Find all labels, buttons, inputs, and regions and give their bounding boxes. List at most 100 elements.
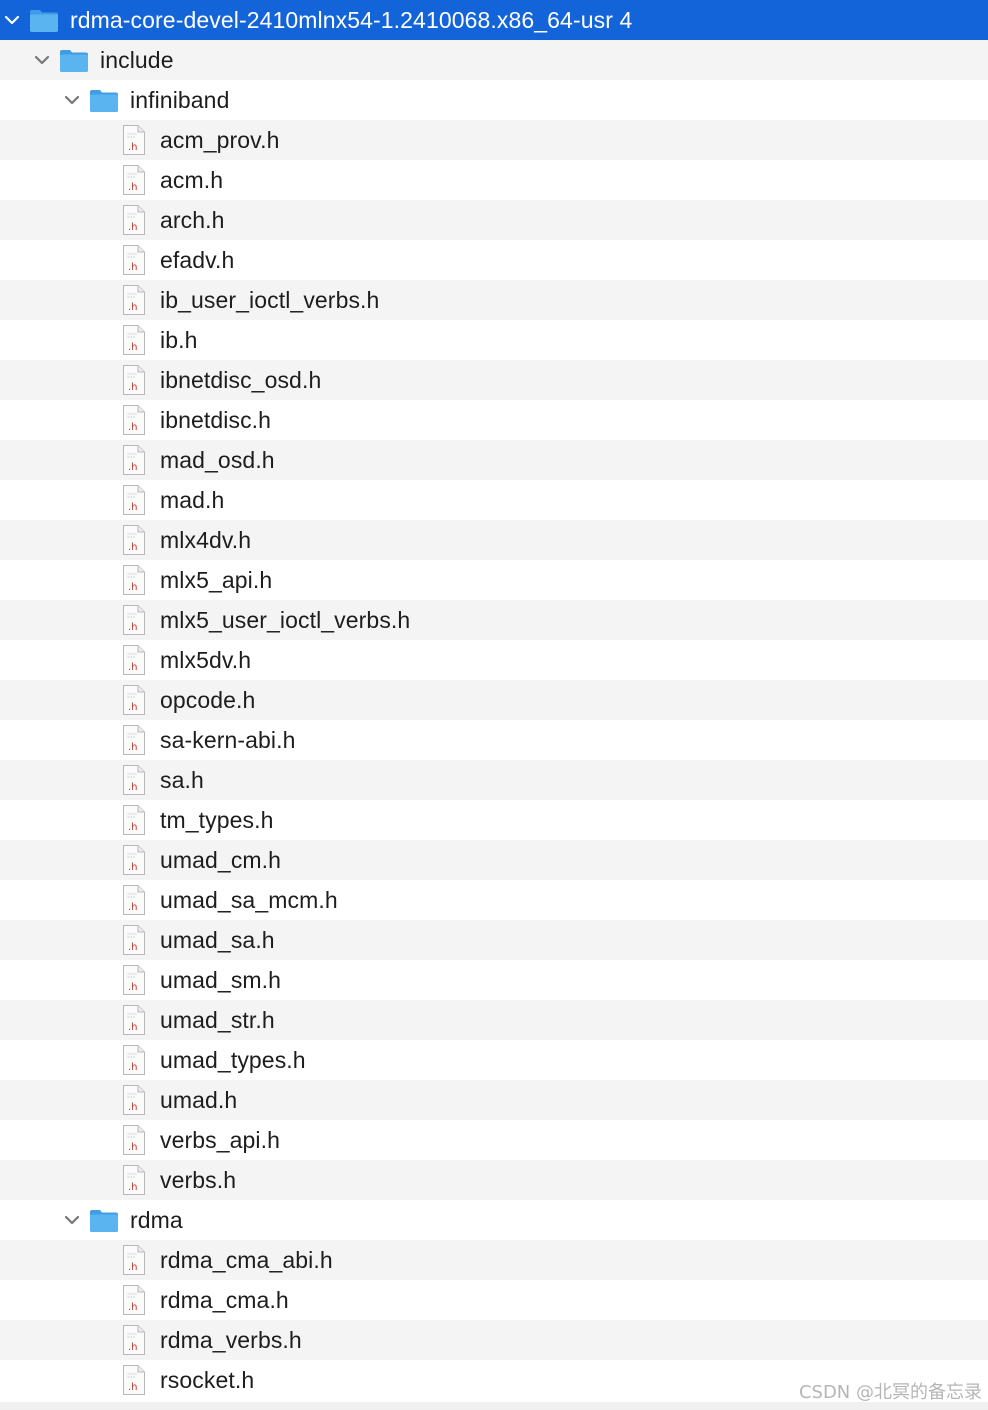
chevron-down-icon[interactable]: [60, 80, 84, 120]
tree-row-file[interactable]: .h umad_types.h: [0, 1040, 988, 1080]
svg-text:.h: .h: [128, 182, 138, 193]
tree-row-file[interactable]: .h ibnetdisc_osd.h: [0, 360, 988, 400]
tree-row-file[interactable]: .h verbs_api.h: [0, 1120, 988, 1160]
chevron-down-icon[interactable]: [30, 40, 54, 80]
svg-text:.h: .h: [128, 142, 138, 153]
folder-name: infiniband: [130, 87, 230, 113]
tree-row-file[interactable]: .h mlx5_api.h: [0, 560, 988, 600]
header-file-icon: .h: [122, 1360, 146, 1400]
folder-icon: [89, 80, 119, 120]
tree-row-root[interactable]: rdma-core-devel-2410mlnx54-1.2410068.x86…: [0, 0, 988, 40]
file-name: mlx5_api.h: [160, 567, 273, 593]
tree-row-file[interactable]: .h mlx5dv.h: [0, 640, 988, 680]
tree-row-file[interactable]: .h acm_prov.h: [0, 120, 988, 160]
svg-text:.h: .h: [128, 1302, 138, 1313]
svg-text:.h: .h: [128, 382, 138, 393]
tree-row-file[interactable]: .h ibnetdisc.h: [0, 400, 988, 440]
file-name: efadv.h: [160, 247, 235, 273]
header-file-icon: .h: [122, 880, 146, 920]
tree-row-file[interactable]: .h efadv.h: [0, 240, 988, 280]
tree-row-file[interactable]: .h mad_osd.h: [0, 440, 988, 480]
tree-row-file[interactable]: .h umad_cm.h: [0, 840, 988, 880]
header-file-icon: .h: [122, 640, 146, 680]
svg-text:.h: .h: [128, 342, 138, 353]
tree-row-file[interactable]: .h ib_user_ioctl_verbs.h: [0, 280, 988, 320]
folder-name: include: [100, 47, 174, 73]
svg-text:.h: .h: [128, 1342, 138, 1353]
header-file-icon: .h: [122, 1320, 146, 1360]
folder-icon: [89, 1200, 119, 1240]
folder-icon: [59, 40, 89, 80]
tree-row-file[interactable]: .h mlx4dv.h: [0, 520, 988, 560]
header-file-icon: .h: [122, 600, 146, 640]
tree-row-file[interactable]: .h umad.h: [0, 1080, 988, 1120]
header-file-icon: .h: [122, 680, 146, 720]
tree-row-folder-include[interactable]: include: [0, 40, 988, 80]
file-name: mad_osd.h: [160, 447, 275, 473]
folder-name: rdma: [130, 1207, 183, 1233]
header-file-icon: .h: [122, 200, 146, 240]
tree-row-file[interactable]: .h umad_str.h: [0, 1000, 988, 1040]
tree-row-file[interactable]: .h umad_sm.h: [0, 960, 988, 1000]
header-file-icon: .h: [122, 1040, 146, 1080]
chevron-down-icon[interactable]: [60, 1200, 84, 1240]
file-name: acm.h: [160, 167, 224, 193]
svg-text:.h: .h: [128, 1022, 138, 1033]
file-name: mlx4dv.h: [160, 527, 252, 553]
file-name: umad_sm.h: [160, 967, 282, 993]
file-name: verbs_api.h: [160, 1127, 281, 1153]
file-name: umad.h: [160, 1087, 238, 1113]
svg-text:.h: .h: [128, 1142, 138, 1153]
header-file-icon: .h: [122, 960, 146, 1000]
tree-row-folder-rdma[interactable]: rdma: [0, 1200, 988, 1240]
svg-text:.h: .h: [128, 222, 138, 233]
folder-icon: [29, 0, 59, 40]
header-file-icon: .h: [122, 440, 146, 480]
tree-row-file[interactable]: .h mlx5_user_ioctl_verbs.h: [0, 600, 988, 640]
file-name: sa.h: [160, 767, 204, 793]
file-name: ibnetdisc_osd.h: [160, 367, 322, 393]
file-name: ib.h: [160, 327, 198, 353]
tree-row-file[interactable]: .h opcode.h: [0, 680, 988, 720]
tree-row-file[interactable]: .h umad_sa_mcm.h: [0, 880, 988, 920]
tree-row-file[interactable]: .h acm.h: [0, 160, 988, 200]
header-file-icon: .h: [122, 1120, 146, 1160]
tree-row-file[interactable]: .h rdma_verbs.h: [0, 1320, 988, 1360]
svg-text:.h: .h: [128, 982, 138, 993]
tree-row-file[interactable]: .h sa.h: [0, 760, 988, 800]
header-file-icon: .h: [122, 400, 146, 440]
watermark: CSDN @北冥的备忘录: [798, 1382, 982, 1403]
svg-text:.h: .h: [128, 262, 138, 273]
tree-row-file[interactable]: .h tm_types.h: [0, 800, 988, 840]
file-name: rdma_verbs.h: [160, 1327, 302, 1353]
tree-row-file[interactable]: .h sa-kern-abi.h: [0, 720, 988, 760]
svg-text:.h: .h: [128, 502, 138, 513]
header-file-icon: .h: [122, 1000, 146, 1040]
svg-text:.h: .h: [128, 542, 138, 553]
header-file-icon: .h: [122, 160, 146, 200]
header-file-icon: .h: [122, 1280, 146, 1320]
svg-text:.h: .h: [128, 302, 138, 313]
tree-row-file[interactable]: .h umad_sa.h: [0, 920, 988, 960]
tree-row-file[interactable]: .h arch.h: [0, 200, 988, 240]
tree-row-file[interactable]: .h rdma_cma.h: [0, 1280, 988, 1320]
tree-row-file[interactable]: .h verbs.h: [0, 1160, 988, 1200]
header-file-icon: .h: [122, 1240, 146, 1280]
svg-text:.h: .h: [128, 622, 138, 633]
tree-row-file[interactable]: .h ib.h: [0, 320, 988, 360]
file-name: rdma_cma.h: [160, 1287, 289, 1313]
file-name: opcode.h: [160, 687, 256, 713]
file-name: mlx5_user_ioctl_verbs.h: [160, 607, 411, 633]
file-name: sa-kern-abi.h: [160, 727, 296, 753]
tree-row-folder-infiniband[interactable]: infiniband: [0, 80, 988, 120]
tree-row-file[interactable]: .h rdma_cma_abi.h: [0, 1240, 988, 1280]
header-file-icon: .h: [122, 120, 146, 160]
header-file-icon: .h: [122, 840, 146, 880]
header-file-icon: .h: [122, 360, 146, 400]
svg-text:.h: .h: [128, 662, 138, 673]
tree-row-file[interactable]: .h mad.h: [0, 480, 988, 520]
header-file-icon: .h: [122, 320, 146, 360]
header-file-icon: .h: [122, 280, 146, 320]
chevron-down-icon[interactable]: [0, 0, 24, 40]
file-name: acm_prov.h: [160, 127, 280, 153]
